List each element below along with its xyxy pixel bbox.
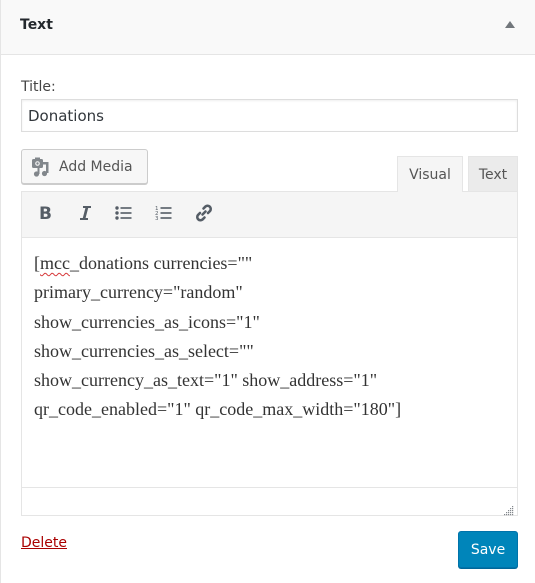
italic-icon: [77, 204, 93, 226]
link-icon: [194, 203, 214, 227]
text-widget: Text Title: Add Media Visual Text: [0, 0, 535, 583]
italic-button[interactable]: [72, 202, 98, 228]
bulleted-list-icon: [115, 205, 133, 225]
svg-text:3: 3: [155, 216, 159, 221]
content-text: _donations currencies="": [69, 253, 253, 273]
bold-icon: B: [38, 204, 54, 226]
content-line: show_currencies_as_select="": [34, 340, 254, 361]
bulleted-list-button[interactable]: [111, 202, 137, 228]
content-line: show_currencies_as_icons="1": [34, 311, 260, 332]
numbered-list-icon: 1 2 3: [155, 205, 173, 225]
spellcheck-misspelled-word: mcc: [40, 253, 70, 273]
widget-header[interactable]: Text: [1, 0, 535, 55]
add-media-label: Add Media: [59, 158, 133, 175]
resize-handle-icon[interactable]: [504, 501, 514, 516]
link-button[interactable]: [191, 202, 217, 228]
add-media-button[interactable]: Add Media: [21, 149, 148, 184]
editor-statusbar: [22, 487, 517, 516]
editor: B 1 2 3 [mcc_donations currencies="" pri…: [21, 191, 518, 516]
tab-visual[interactable]: Visual: [397, 156, 463, 192]
media-icon: [31, 157, 51, 177]
content-line: primary_currency="random": [34, 282, 243, 303]
bold-button[interactable]: B: [33, 202, 59, 228]
save-button[interactable]: Save: [458, 531, 518, 568]
title-label: Title:: [21, 79, 56, 95]
content-line: qr_code_enabled="1" qr_code_max_width="1…: [34, 399, 402, 420]
content-line: [mcc_donations currencies="": [34, 249, 507, 278]
svg-text:B: B: [39, 204, 52, 222]
triangle-up-icon[interactable]: [505, 21, 515, 28]
widget-title: Text: [20, 17, 53, 33]
editor-content[interactable]: [mcc_donations currencies="" primary_cur…: [34, 249, 507, 425]
title-input[interactable]: [21, 99, 518, 132]
tab-text[interactable]: Text: [468, 156, 518, 192]
editor-toolbar: B 1 2 3: [22, 192, 517, 238]
content-line: show_currency_as_text="1" show_address="…: [34, 370, 378, 391]
delete-link[interactable]: Delete: [21, 535, 67, 551]
numbered-list-button[interactable]: 1 2 3: [151, 202, 177, 228]
